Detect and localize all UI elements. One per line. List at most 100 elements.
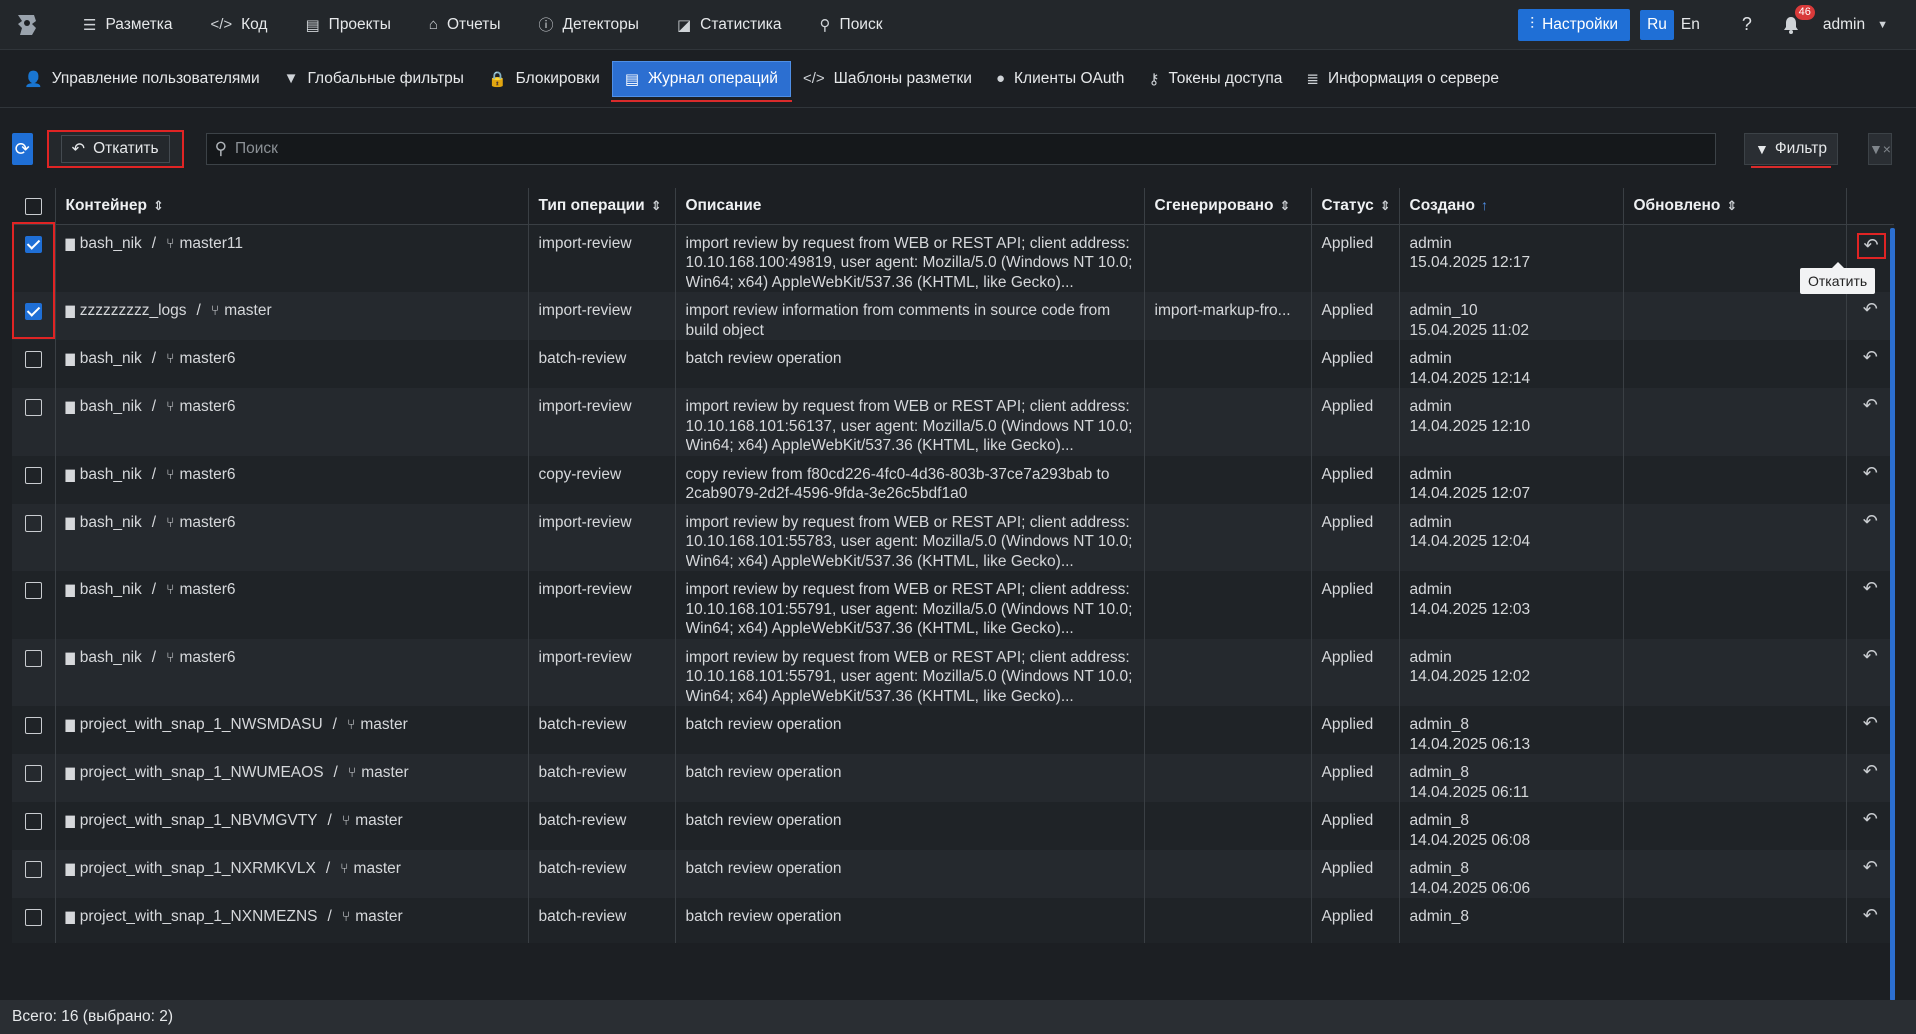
- row-checkbox[interactable]: [24, 351, 42, 368]
- row-checkbox[interactable]: [24, 717, 42, 734]
- branch-name[interactable]: master: [354, 860, 401, 877]
- branch-name[interactable]: master11: [180, 235, 243, 252]
- undo-icon[interactable]: ↶: [1863, 463, 1878, 484]
- row-rollback-button-highlighted[interactable]: ↶: [1856, 232, 1886, 259]
- lang-en-button[interactable]: En: [1674, 10, 1707, 40]
- table-row[interactable]: ▇ bash_nik / ⑂ master6 import-review import re…: [12, 571, 1894, 639]
- subnav-item-2[interactable]: 🔒 Блокировки: [476, 61, 612, 97]
- clear-filter-button[interactable]: ▼×: [1867, 133, 1892, 165]
- table-row[interactable]: ▇ project_with_snap_1_NBVMGVTY / ⑂ master bat…: [12, 802, 1894, 850]
- subnav-item-4[interactable]: </> Шаблоны разметки: [791, 61, 984, 97]
- project-name[interactable]: bash_nik: [80, 398, 142, 415]
- topnav-item-2[interactable]: ▤ Проекты: [286, 0, 409, 50]
- branch-name[interactable]: master6: [180, 649, 236, 666]
- bell-icon[interactable]: 46: [1779, 4, 1815, 37]
- subnav-item-7[interactable]: ≣ Информация о сервере: [1294, 61, 1511, 97]
- search-input[interactable]: [235, 140, 1716, 158]
- row-checkbox[interactable]: [24, 649, 42, 667]
- undo-icon[interactable]: ↶: [1863, 578, 1878, 599]
- row-checkbox[interactable]: [24, 303, 42, 320]
- subnav-item-1[interactable]: ▼ Глобальные фильтры: [272, 61, 476, 97]
- col-status[interactable]: Статус ⇕: [1311, 188, 1400, 225]
- undo-icon[interactable]: ↶: [1863, 511, 1878, 532]
- row-checkbox[interactable]: [24, 861, 42, 878]
- branch-name[interactable]: master: [224, 302, 271, 319]
- topnav-item-5[interactable]: ◪ Статистика: [658, 0, 801, 50]
- subnav-item-6[interactable]: ⚷ Токены доступа: [1136, 61, 1294, 97]
- branch-name[interactable]: master: [361, 764, 408, 781]
- project-name[interactable]: project_with_snap_1_NXRMKVLX: [80, 860, 316, 877]
- project-name[interactable]: bash_nik: [80, 235, 142, 252]
- table-row[interactable]: ▇ bash_nik / ⑂ master6 batch-review batch revi…: [12, 340, 1894, 388]
- branch-name[interactable]: master6: [180, 514, 236, 531]
- project-name[interactable]: bash_nik: [80, 514, 142, 531]
- topnav-item-6[interactable]: ⚲ Поиск: [801, 0, 902, 50]
- table-row[interactable]: ▇ bash_nik / ⑂ master6 import-review import re…: [12, 388, 1894, 456]
- branch-name[interactable]: master: [355, 908, 402, 925]
- settings-button[interactable]: ⫶ Настройки: [1518, 8, 1631, 41]
- undo-icon[interactable]: ↶: [1863, 809, 1878, 830]
- table-row[interactable]: ▇ zzzzzzzzz_logs / ⑂ master import-review impo…: [12, 292, 1894, 340]
- refresh-button[interactable]: ⟳: [12, 133, 33, 165]
- undo-icon[interactable]: ↶: [1863, 395, 1878, 416]
- app-logo[interactable]: [14, 12, 40, 38]
- col-generated[interactable]: Сгенерировано ⇕: [1144, 188, 1312, 225]
- col-created[interactable]: Создано ↑: [1399, 188, 1624, 225]
- topnav-item-1[interactable]: </> Код: [191, 0, 286, 50]
- undo-icon[interactable]: ↶: [1863, 905, 1878, 926]
- row-checkbox[interactable]: [24, 582, 42, 599]
- table-row[interactable]: ▇ bash_nik / ⑂ master6 copy-review copy review…: [12, 455, 1894, 504]
- vertical-scrollbar[interactable]: [1890, 228, 1895, 1001]
- table-row[interactable]: ▇ bash_nik / ⑂ master6 import-review import re…: [12, 503, 1894, 571]
- row-checkbox[interactable]: [24, 813, 42, 830]
- col-container[interactable]: Контейнер ⇕: [55, 188, 529, 225]
- branch-name[interactable]: master: [360, 716, 407, 733]
- subnav-item-5[interactable]: ● Клиенты OAuth: [984, 61, 1136, 97]
- table-row[interactable]: ▇ project_with_snap_1_NWUMEAOS / ⑂ master bat…: [12, 754, 1894, 802]
- search-field[interactable]: ⚲: [205, 133, 1717, 165]
- row-checkbox[interactable]: [24, 765, 42, 782]
- table-row[interactable]: ▇ project_with_snap_1_NXNMEZNS / ⑂ master bat…: [12, 898, 1894, 943]
- undo-icon[interactable]: ↶: [1863, 713, 1878, 734]
- branch-name[interactable]: master6: [180, 398, 236, 415]
- row-checkbox[interactable]: [24, 235, 42, 253]
- lang-ru-button[interactable]: Ru: [1640, 9, 1674, 40]
- subnav-item-3[interactable]: ▤ Журнал операций: [610, 60, 793, 102]
- branch-name[interactable]: master6: [180, 466, 236, 483]
- project-name[interactable]: bash_nik: [80, 350, 142, 367]
- subnav-item-0[interactable]: 👤 Управление пользователями: [12, 61, 272, 97]
- help-icon[interactable]: ?: [1735, 13, 1759, 37]
- table-row[interactable]: ▇ bash_nik / ⑂ master6 import-review import re…: [12, 638, 1894, 706]
- project-name[interactable]: bash_nik: [80, 466, 142, 483]
- undo-icon[interactable]: ↶: [1863, 761, 1878, 782]
- row-checkbox[interactable]: [24, 909, 42, 926]
- project-name[interactable]: bash_nik: [80, 581, 142, 598]
- project-name[interactable]: project_with_snap_1_NXNMEZNS: [80, 908, 318, 925]
- filter-button[interactable]: ▼ Фильтр: [1744, 133, 1838, 168]
- select-all-checkbox[interactable]: [24, 198, 42, 216]
- topnav-item-3[interactable]: ⌂ Отчеты: [410, 0, 520, 50]
- undo-icon[interactable]: ↶: [1863, 857, 1878, 878]
- col-op-type[interactable]: Тип операции ⇕: [528, 188, 676, 225]
- project-name[interactable]: project_with_snap_1_NWSMDASU: [80, 716, 323, 733]
- undo-icon[interactable]: ↶: [1863, 646, 1878, 667]
- project-name[interactable]: bash_nik: [80, 649, 142, 666]
- table-row[interactable]: ▇ bash_nik / ⑂ master11 import-review import r…: [12, 224, 1894, 292]
- col-updated[interactable]: Обновлено ⇕: [1623, 188, 1847, 225]
- undo-icon[interactable]: ↶: [1863, 347, 1878, 368]
- table-row[interactable]: ▇ project_with_snap_1_NWSMDASU / ⑂ master bat…: [12, 706, 1894, 754]
- table-row[interactable]: ▇ project_with_snap_1_NXRMKVLX / ⑂ master bat…: [12, 850, 1894, 898]
- rollback-button[interactable]: ↶ Откатить: [46, 130, 184, 168]
- row-checkbox[interactable]: [24, 466, 42, 484]
- branch-name[interactable]: master6: [180, 581, 236, 598]
- branch-name[interactable]: master6: [180, 350, 236, 367]
- branch-name[interactable]: master: [355, 812, 402, 829]
- topnav-item-4[interactable]: ⓘ Детекторы: [520, 0, 658, 50]
- project-name[interactable]: project_with_snap_1_NBVMGVTY: [80, 812, 318, 829]
- row-checkbox[interactable]: [24, 514, 42, 532]
- user-menu[interactable]: admin ▼: [1823, 16, 1888, 34]
- undo-icon[interactable]: ↶: [1863, 299, 1878, 320]
- topnav-item-0[interactable]: ☰ Разметка: [64, 0, 191, 50]
- project-name[interactable]: project_with_snap_1_NWUMEAOS: [80, 764, 324, 781]
- row-checkbox[interactable]: [24, 399, 42, 416]
